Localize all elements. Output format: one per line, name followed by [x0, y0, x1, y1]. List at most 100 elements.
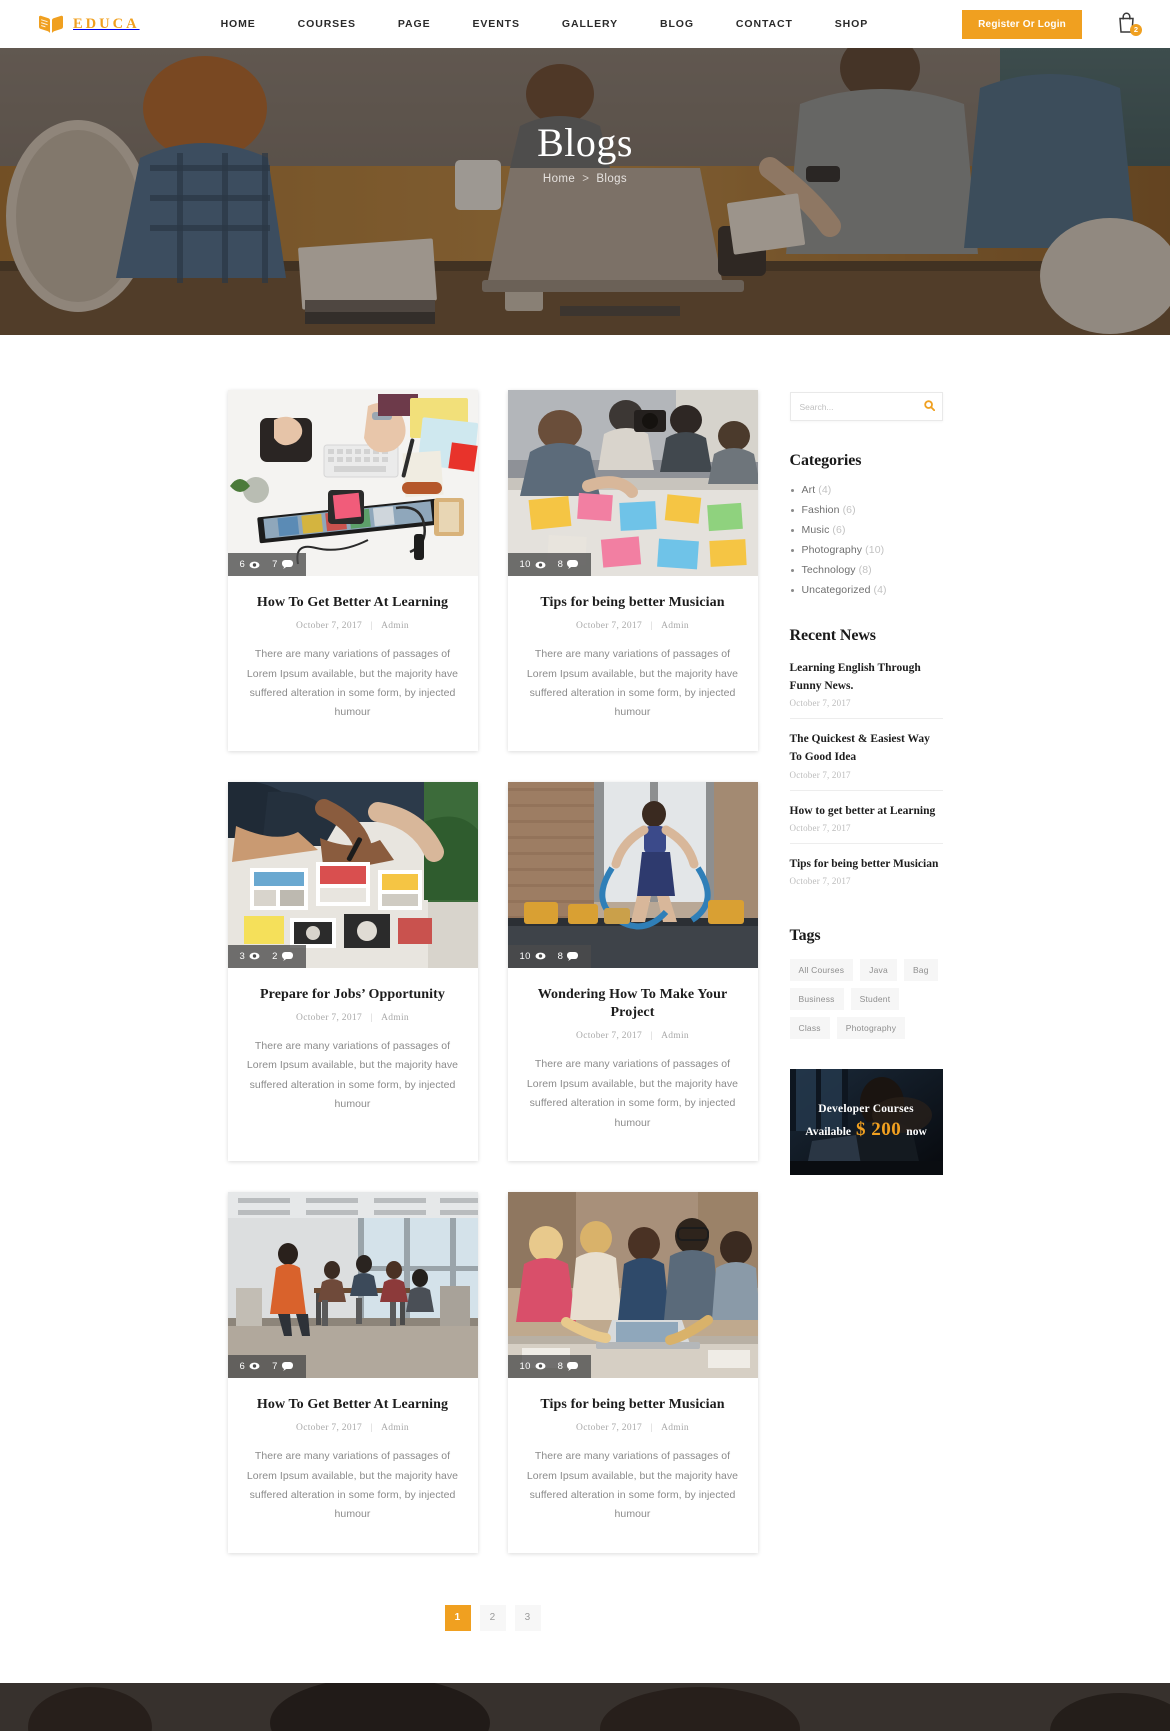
- nav-item-blog[interactable]: BLOG: [639, 18, 715, 30]
- view-count-value: 6: [239, 1360, 246, 1372]
- blog-card[interactable]: 10 8 Wondering How To Make Your Project …: [507, 781, 758, 1161]
- post-stats: 6 7: [227, 1354, 306, 1378]
- blog-card-body: How To Get Better At Learning October 7,…: [228, 1378, 478, 1553]
- category-item-art[interactable]: Art (4): [790, 484, 943, 496]
- tag-photography[interactable]: Photography: [836, 1016, 906, 1039]
- post-date: October 7, 2017: [576, 1423, 643, 1434]
- post-stats: 3 2: [227, 944, 306, 968]
- post-date: October 7, 2017: [296, 1423, 363, 1434]
- post-date: October 7, 2017: [576, 621, 643, 632]
- recent-news-item[interactable]: The Quickest & Easiest Way To Good Idea …: [789, 730, 943, 791]
- view-count-value: 10: [519, 950, 531, 962]
- nav-item-events[interactable]: EVENTS: [451, 18, 540, 30]
- category-item-photography[interactable]: Photography (10): [790, 544, 943, 556]
- blog-card-image[interactable]: 10 8: [507, 390, 758, 576]
- blog-card-image[interactable]: 6 7: [227, 1191, 478, 1378]
- sidebar: Categories Art(4) Fashion(6) Music(6) Ph…: [789, 390, 944, 1175]
- hero-content: Blogs Home > Blogs: [0, 48, 1170, 335]
- post-date: October 7, 2017: [296, 621, 363, 632]
- blog-card-excerpt: There are many variations of passages of…: [246, 648, 459, 719]
- blog-card[interactable]: 10 8 Tips for being better Musician Octo…: [507, 1191, 758, 1553]
- blog-card[interactable]: 6 7 How To Get Better At Learning Octobe…: [227, 390, 478, 751]
- comment-count: 8: [558, 1361, 579, 1372]
- blog-card-title[interactable]: Wondering How To Make Your Project: [524, 986, 742, 1022]
- nav-item-page[interactable]: PAGE: [377, 18, 452, 30]
- blog-card-image[interactable]: 10 8: [507, 781, 758, 968]
- view-count-value: 10: [519, 1360, 531, 1372]
- blog-card-title[interactable]: How To Get Better At Learning: [244, 1396, 462, 1414]
- comment-count-value: 8: [557, 950, 564, 962]
- blog-card-title[interactable]: Tips for being better Musician: [524, 594, 742, 612]
- eye-icon: [249, 1362, 260, 1370]
- category-item-technology[interactable]: Technology (8): [790, 564, 943, 576]
- nav-item-gallery[interactable]: GALLERY: [541, 18, 639, 30]
- pagination-page-2[interactable]: 2: [479, 1604, 506, 1631]
- view-count: 3: [240, 951, 261, 962]
- nav-item-home[interactable]: HOME: [200, 18, 277, 30]
- tag-all-courses[interactable]: All Courses: [789, 958, 854, 981]
- logo[interactable]: EDUCA: [38, 15, 140, 34]
- cart-button[interactable]: 2: [1116, 11, 1142, 37]
- page-body: 6 7 How To Get Better At Learning Octobe…: [0, 335, 1170, 1631]
- blog-card-body: Tips for being better Musician October 7…: [508, 1378, 758, 1553]
- recent-news-item[interactable]: Learning English Through Funny News. Oct…: [789, 659, 943, 720]
- recent-news-item[interactable]: How to get better at Learning October 7,…: [789, 802, 943, 844]
- recent-news-item-date: October 7, 2017: [789, 769, 851, 780]
- nav-item-shop[interactable]: SHOP: [814, 18, 889, 30]
- nav-item-courses[interactable]: COURSES: [277, 18, 377, 30]
- recent-news-item[interactable]: Tips for being better Musician October 7…: [790, 855, 943, 896]
- blog-card-title[interactable]: How To Get Better At Learning: [244, 594, 462, 612]
- header-actions: Register Or Login 2: [962, 9, 1142, 39]
- view-count: 10: [520, 559, 546, 570]
- meta-separator: |: [370, 621, 373, 632]
- category-label: Uncategorized: [801, 584, 871, 596]
- promo-banner[interactable]: Developer Courses Available $ 200 now: [789, 1068, 943, 1175]
- meta-separator: |: [650, 1423, 653, 1434]
- blog-card[interactable]: 10 8 Tips for being better Musician Octo…: [507, 390, 758, 751]
- category-item-uncategorized[interactable]: Uncategorized (4): [790, 584, 943, 596]
- category-item-music[interactable]: Music (6): [790, 524, 943, 536]
- post-author[interactable]: Admin: [661, 1423, 689, 1433]
- blog-card-image[interactable]: 6 7: [227, 390, 478, 576]
- category-count: (4): [873, 584, 887, 596]
- blog-card[interactable]: 3 2 Prepare for Jobs’ Opportunity Octobe…: [227, 781, 478, 1161]
- pagination-page-3[interactable]: 3: [514, 1604, 541, 1631]
- tag-student[interactable]: Student: [850, 987, 900, 1010]
- tag-java[interactable]: Java: [860, 958, 897, 981]
- post-author[interactable]: Admin: [381, 621, 409, 631]
- view-count: 10: [520, 1361, 546, 1372]
- blog-card[interactable]: 6 7 How To Get Better At Learning Octobe…: [227, 1191, 478, 1553]
- post-author[interactable]: Admin: [381, 1013, 409, 1023]
- post-author[interactable]: Admin: [661, 1031, 689, 1041]
- comment-count: 2: [272, 951, 293, 962]
- category-item-fashion[interactable]: Fashion (6): [790, 504, 943, 516]
- search-button[interactable]: [920, 399, 944, 414]
- categories-widget: Categories Art (4) Fashion (6) Music (6) Ph…: [790, 452, 943, 596]
- blog-card-image[interactable]: 10 8: [507, 1191, 758, 1378]
- breadcrumb-home[interactable]: Home: [543, 173, 575, 185]
- tag-business[interactable]: Business: [789, 987, 844, 1010]
- recent-news-item-title: How to get better at Learning: [789, 804, 936, 817]
- search-icon: [923, 399, 935, 414]
- site-header: EDUCA HOME COURSES PAGE EVENTS GALLERY B…: [0, 0, 1170, 48]
- register-or-login-button[interactable]: Register Or Login: [962, 9, 1082, 39]
- tag-class[interactable]: Class: [789, 1016, 830, 1039]
- search-widget[interactable]: [789, 392, 944, 421]
- search-input[interactable]: [790, 401, 920, 412]
- pagination-page-1[interactable]: 1: [444, 1604, 471, 1631]
- comment-icon: [567, 1361, 579, 1371]
- blog-card-meta: October 7, 2017 | Admin: [244, 1013, 462, 1023]
- promo-now-label: now: [906, 1125, 927, 1138]
- blog-card-body: Wondering How To Make Your Project Octob…: [508, 968, 758, 1161]
- blog-card-excerpt: There are many variations of passages of…: [246, 1450, 459, 1521]
- tag-bag[interactable]: Bag: [903, 958, 938, 981]
- hero-banner: Blogs Home > Blogs: [0, 48, 1170, 335]
- blog-card-title[interactable]: Prepare for Jobs’ Opportunity: [244, 986, 462, 1004]
- blog-card-title[interactable]: Tips for being better Musician: [524, 1396, 742, 1414]
- nav-item-contact[interactable]: CONTACT: [715, 18, 814, 30]
- post-author[interactable]: Admin: [661, 621, 689, 631]
- post-author[interactable]: Admin: [381, 1423, 409, 1433]
- recent-news-item-date: October 7, 2017: [789, 875, 851, 886]
- comment-icon: [281, 560, 293, 569]
- blog-card-image[interactable]: 3 2: [227, 781, 478, 968]
